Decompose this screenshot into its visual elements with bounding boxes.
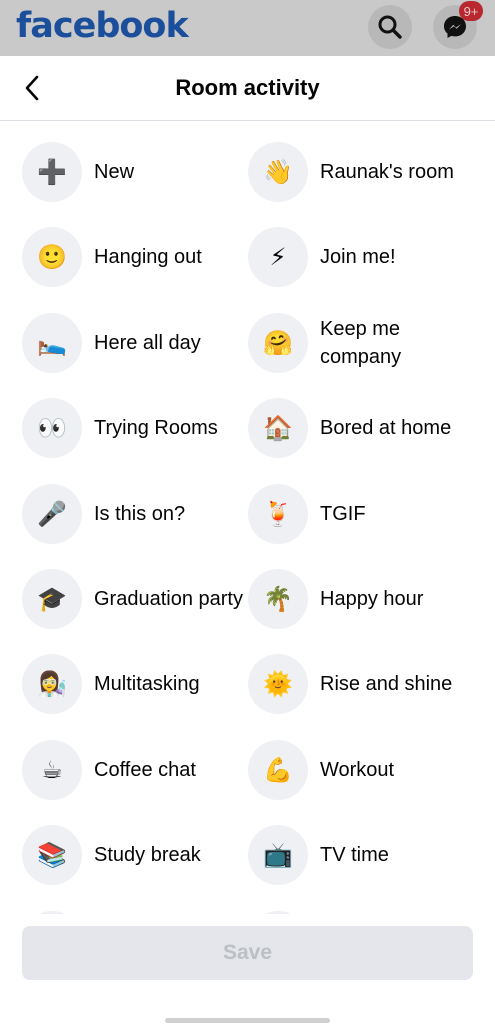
activity-option[interactable]: 💪 Workout — [248, 738, 394, 802]
activity-label: Study break — [94, 844, 201, 867]
activity-label: Join me! — [320, 246, 396, 269]
activity-emoji-icon: 💪 — [248, 739, 308, 800]
save-area: Save — [0, 914, 495, 1024]
activity-label: TV time — [320, 844, 389, 867]
activity-option[interactable]: ☕ Coffee chat — [22, 738, 196, 802]
activity-emoji-icon: 🏠 — [248, 398, 308, 459]
activity-label: Graduation party — [94, 588, 243, 610]
activity-emoji-icon: ➕ — [22, 142, 82, 202]
activity-emoji-icon: 👀 — [22, 398, 82, 459]
activity-label: TGIF — [320, 502, 366, 525]
activity-option[interactable]: 👋 Raunak's room — [248, 140, 454, 204]
activity-option[interactable]: 🍹 TGIF — [248, 482, 366, 546]
activity-option[interactable]: ⚡ Join me! — [248, 225, 396, 289]
activity-label: Multitasking — [94, 673, 200, 696]
activity-emoji-icon: 🎤 — [22, 483, 82, 544]
messenger-button[interactable]: 9+ — [433, 1, 483, 49]
activity-label: Happy hour — [320, 588, 424, 610]
save-button[interactable]: Save — [22, 926, 473, 980]
activity-emoji-icon: ⚡ — [248, 227, 308, 288]
facebook-top-bar: facebook 9+ — [0, 0, 495, 56]
activity-label: Workout — [320, 758, 395, 781]
activity-option[interactable]: 👀 Trying Rooms — [22, 396, 218, 460]
activity-emoji-icon: 👋 — [248, 142, 308, 202]
activity-label: Here all day — [94, 331, 201, 354]
activity-emoji-icon: ☕ — [22, 739, 82, 800]
activity-label: Hanging out — [94, 246, 202, 269]
activity-option[interactable]: 📺 TV time — [248, 823, 389, 887]
activity-emoji-icon: 📺 — [248, 825, 308, 886]
home-indicator — [165, 1018, 330, 1023]
search-icon — [378, 15, 402, 39]
facebook-logo: facebook — [16, 6, 189, 46]
activity-emoji-icon: 🌴 — [248, 569, 308, 629]
activity-option[interactable]: 🌞 Rise and shine — [248, 652, 452, 716]
activity-label: New — [94, 161, 135, 183]
activity-emoji-icon: 🍹 — [248, 483, 308, 544]
activity-label: Trying Rooms — [94, 417, 218, 440]
activity-emoji-icon: 🤗 — [248, 312, 308, 373]
search-button[interactable] — [368, 5, 412, 49]
activity-label: Coffee chat — [94, 758, 196, 781]
activity-grid: ➕ New 👋 Raunak's room 🙂 Hanging out ⚡ Join me! 🛌… — [0, 120, 495, 920]
page-title: Room activity — [175, 75, 320, 100]
activity-emoji-icon: 👩‍🔬 — [22, 654, 82, 715]
activity-option[interactable]: ➕ New — [22, 140, 134, 204]
activity-option[interactable]: 📚 Study break — [22, 823, 201, 887]
activity-emoji-icon: 🌞 — [248, 654, 308, 715]
activity-option[interactable]: 🤗 Keep me company — [248, 311, 460, 375]
activity-option[interactable]: 🛌 Here all day — [22, 311, 201, 375]
activity-emoji-icon: 📚 — [22, 825, 82, 886]
activity-label: Keep me company — [320, 317, 402, 368]
activity-option[interactable]: 🙂 Hanging out — [22, 225, 202, 289]
room-activity-sheet: Room activity ➕ New 👋 Raunak's room 🙂 Hanging… — [0, 56, 495, 1024]
activity-option[interactable]: 🌴 Happy hour — [248, 567, 423, 631]
activity-label: Bored at home — [320, 417, 452, 440]
activity-emoji-icon: 🙂 — [22, 227, 82, 288]
activity-label: Is this on? — [94, 502, 186, 525]
notification-badge: 9+ — [459, 1, 483, 21]
activity-emoji-icon: 🛌 — [22, 312, 82, 373]
sheet-header: Room activity — [0, 56, 495, 121]
activity-emoji-icon: 🎓 — [22, 569, 82, 629]
activity-option[interactable]: 🎓 Graduation party — [22, 567, 243, 631]
activity-label: Raunak's room — [320, 161, 454, 183]
activity-option[interactable]: 🏠 Bored at home — [248, 396, 451, 460]
activity-option[interactable]: 🎤 Is this on? — [22, 482, 185, 546]
activity-option[interactable]: 👩‍🔬 Multitasking — [22, 652, 200, 716]
activity-label: Rise and shine — [320, 673, 453, 696]
